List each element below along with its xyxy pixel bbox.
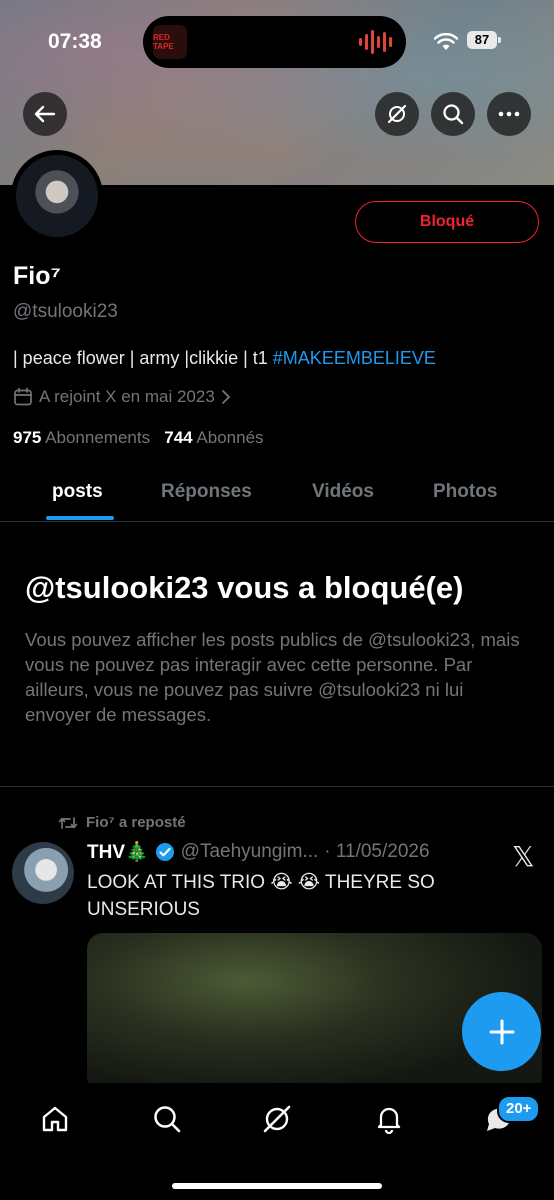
grok-icon	[387, 104, 407, 124]
more-dots-icon	[498, 111, 520, 117]
blocked-notice-description: Vous pouvez afficher les posts publics d…	[25, 629, 520, 725]
search-icon	[154, 1106, 181, 1133]
nav-home-button[interactable]	[38, 1102, 72, 1136]
post-date: · 11/05/2026	[324, 841, 430, 862]
following-link[interactable]: 975 Abonnements	[13, 428, 150, 447]
tab-photos[interactable]: Photos	[433, 481, 497, 503]
search-button[interactable]	[431, 92, 475, 136]
avatar-image	[16, 155, 98, 237]
compose-post-button[interactable]	[462, 992, 541, 1071]
post-author-handle[interactable]: @Taehyungim...	[181, 841, 319, 863]
messages-badge: 20+	[497, 1095, 541, 1123]
follow-stats: 975 Abonnements 744 Abonnés	[13, 428, 264, 448]
nav-notifications-button[interactable]	[372, 1102, 406, 1136]
followers-label: Abonnés	[196, 428, 264, 447]
blocked-button[interactable]: Bloqué	[355, 201, 539, 243]
bio-text: | peace flower | army |clikkie | t1	[13, 348, 273, 368]
display-name: Fio⁷	[13, 262, 61, 290]
followers-link[interactable]: 744 Abonnés	[164, 428, 263, 447]
home-indicator[interactable]	[172, 1183, 382, 1189]
tab-replies[interactable]: Réponses	[161, 481, 252, 503]
repost-label: Fio⁷ a reposté	[86, 814, 186, 831]
post-text: LOOK AT THIS TRIO 😭 😭 THEYRE SO UNSERIOU…	[87, 872, 435, 920]
sound-wave-icon	[359, 29, 392, 55]
profile-handle: @tsulooki23	[13, 301, 118, 322]
grok-button[interactable]	[375, 92, 419, 136]
back-button[interactable]	[23, 92, 67, 136]
calendar-icon	[14, 387, 32, 406]
nav-search-button[interactable]	[150, 1102, 184, 1136]
nav-grok-button[interactable]	[260, 1102, 294, 1136]
repost-icon	[58, 816, 78, 829]
tab-posts[interactable]: posts	[52, 481, 103, 503]
status-time: 07:38	[48, 30, 102, 53]
post-author-name[interactable]: THV🎄	[87, 840, 149, 864]
followers-count: 744	[164, 428, 193, 447]
chevron-right-icon	[221, 390, 231, 404]
arrow-left-icon	[34, 105, 56, 123]
following-label: Abonnements	[45, 428, 151, 447]
now-playing-artwork: RED TAPE	[153, 25, 187, 59]
joined-date-text: A rejoint X en mai 2023	[39, 387, 215, 406]
repost-indicator: Fio⁷ a reposté	[58, 814, 186, 831]
profile-bio: | peace flower | army |clikkie | t1 #MAK…	[13, 348, 436, 369]
active-tab-indicator	[46, 516, 114, 520]
joined-date-row[interactable]: A rejoint X en mai 2023	[13, 387, 231, 407]
blocked-notice-title: @tsulooki23 vous a bloqué(e)	[25, 570, 464, 605]
dynamic-island[interactable]: RED TAPE	[143, 16, 406, 68]
profile-tabs: posts Réponses Vidéos Photos	[0, 465, 554, 522]
bio-hashtag-link[interactable]: #MAKEEMBELIEVE	[273, 348, 436, 368]
grok-icon	[263, 1105, 291, 1133]
home-icon	[42, 1106, 68, 1132]
following-count: 975	[13, 428, 42, 447]
plus-icon	[489, 1019, 514, 1044]
battery-indicator: 87	[467, 31, 501, 49]
search-icon	[443, 104, 464, 125]
x-logo-icon: 𝕏	[512, 841, 535, 872]
tab-videos[interactable]: Vidéos	[312, 481, 374, 503]
bell-icon	[377, 1107, 401, 1134]
verified-badge-icon	[155, 843, 174, 861]
profile-avatar[interactable]	[11, 150, 103, 242]
more-options-button[interactable]	[487, 92, 531, 136]
wifi-icon	[434, 33, 458, 50]
post-header: THV🎄 @Taehyungim... · 11/05/2026	[87, 840, 430, 864]
divider	[0, 786, 554, 787]
post-author-avatar[interactable]	[12, 842, 74, 904]
